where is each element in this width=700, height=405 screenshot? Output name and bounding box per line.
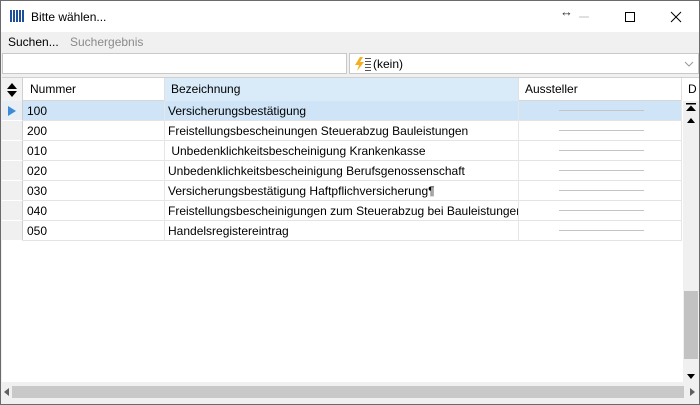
maximize-button[interactable] [607,1,653,32]
row-header[interactable] [2,121,23,141]
search-input[interactable] [2,53,347,74]
menu-search-result[interactable]: Suchergebnis [70,35,143,49]
chevron-down-icon[interactable] [682,56,696,71]
table-row[interactable]: 020 Unbedenklichkeitsbescheinigung Berufs… [2,161,682,181]
filter-row: (kein) [1,53,699,74]
scroll-up-button[interactable] [683,114,699,127]
cell-nummer[interactable]: 100 [24,101,165,121]
cell-nummer[interactable]: 030 [24,181,165,201]
cell-aussteller[interactable] [519,181,682,201]
minimize-icon [579,16,589,17]
table-row[interactable]: 040 Freistellungsbescheinigungen zum Steu… [2,201,682,221]
cell-bezeichnung[interactable]: Unbedenklichkeitsbescheinigung Berufsgen… [165,161,519,181]
empty-value-line [559,130,644,131]
cell-aussteller[interactable] [519,161,682,181]
cell-bezeichnung[interactable]: Unbedenklichkeitsbescheinigung Krankenka… [165,141,519,161]
cell-bezeichnung[interactable]: Handelsregistereintrag [165,221,519,241]
close-icon [670,11,682,22]
cell-aussteller[interactable] [519,221,682,241]
empty-value-line [559,210,644,211]
sort-icon [7,82,17,97]
cell-aussteller[interactable] [519,201,682,221]
table-row[interactable]: 030 Versicherungsbestätigung Haftpflichve… [2,181,682,201]
column-header-nummer[interactable]: Nummer [24,78,165,101]
app-icon [10,10,24,22]
cell-aussteller[interactable] [519,101,682,121]
scroll-top-icon [686,103,696,111]
row-header[interactable] [2,101,23,121]
column-header-aussteller[interactable]: Aussteller [519,78,682,101]
cell-aussteller[interactable] [519,141,682,161]
window-title: Bitte wählen... [31,10,107,24]
data-grid: Nummer Bezeichnung Aussteller D 100 Versi… [2,77,699,382]
row-header[interactable] [2,161,23,181]
minimize-button[interactable] [561,1,607,32]
menu-bar: Suchen... Suchergebnis [1,32,699,53]
cell-nummer[interactable]: 040 [24,201,165,221]
sort-corner-button[interactable] [2,78,23,101]
table-row[interactable]: 010 Unbedenklichkeitsbescheinigung Krank… [2,141,682,161]
maximize-icon [625,11,635,22]
empty-value-line [559,230,644,231]
row-header[interactable] [2,181,23,201]
horizontal-scrollbar[interactable] [2,382,699,404]
cell-bezeichnung[interactable]: Freistellungsbescheinigungen zum Steuera… [165,201,519,221]
table-row[interactable]: 100 Versicherungsbestätigung [2,101,682,121]
cell-nummer[interactable]: 050 [24,221,165,241]
cell-nummer[interactable]: 200 [24,121,165,141]
grid-header: Nummer Bezeichnung Aussteller D [2,78,697,101]
cell-aussteller[interactable] [519,121,682,141]
table-row[interactable]: 200 Freistellungsbescheinungen Steuerabzu… [2,121,682,141]
row-pointer-icon [8,106,16,116]
table-row[interactable]: 050 Handelsregistereintrag [2,221,682,241]
empty-value-line [559,110,644,111]
filter-lightning-icon [355,57,371,71]
scroll-up-icon [687,118,695,123]
filter-combo[interactable]: (kein) [349,53,699,74]
empty-value-line [559,150,644,151]
cell-bezeichnung[interactable]: Versicherungsbestätigung [165,101,519,121]
empty-value-line [559,170,644,171]
row-header[interactable] [2,141,23,161]
title-bar[interactable]: Bitte wählen... ↔ [1,1,699,32]
dialog-window: Bitte wählen... ↔ Suchen... Suchergebnis [0,0,700,405]
empty-value-line [559,190,644,191]
cell-nummer[interactable]: 010 [24,141,165,161]
cell-bezeichnung[interactable]: Freistellungsbescheinungen Steuerabzug B… [165,121,519,141]
combo-value: (kein) [373,57,404,71]
vertical-scrollbar[interactable] [683,101,699,382]
column-header-d[interactable]: D [682,78,699,101]
cell-bezeichnung[interactable]: Versicherungsbestätigung Haftpflichversi… [165,181,519,201]
close-button[interactable] [653,1,699,32]
scroll-down-button[interactable] [683,370,699,382]
cell-nummer[interactable]: 020 [24,161,165,181]
row-header[interactable] [2,201,23,221]
scroll-top-button[interactable] [683,101,699,114]
horizontal-scroll-thumb[interactable] [12,386,684,398]
column-header-bezeichnung[interactable]: Bezeichnung [165,78,519,101]
scroll-down-icon [687,374,695,379]
vertical-scroll-thumb[interactable] [684,291,698,359]
scroll-left-icon[interactable] [4,388,9,396]
menu-search[interactable]: Suchen... [8,35,59,49]
row-header[interactable] [2,221,23,241]
scroll-right-icon[interactable] [690,388,695,396]
